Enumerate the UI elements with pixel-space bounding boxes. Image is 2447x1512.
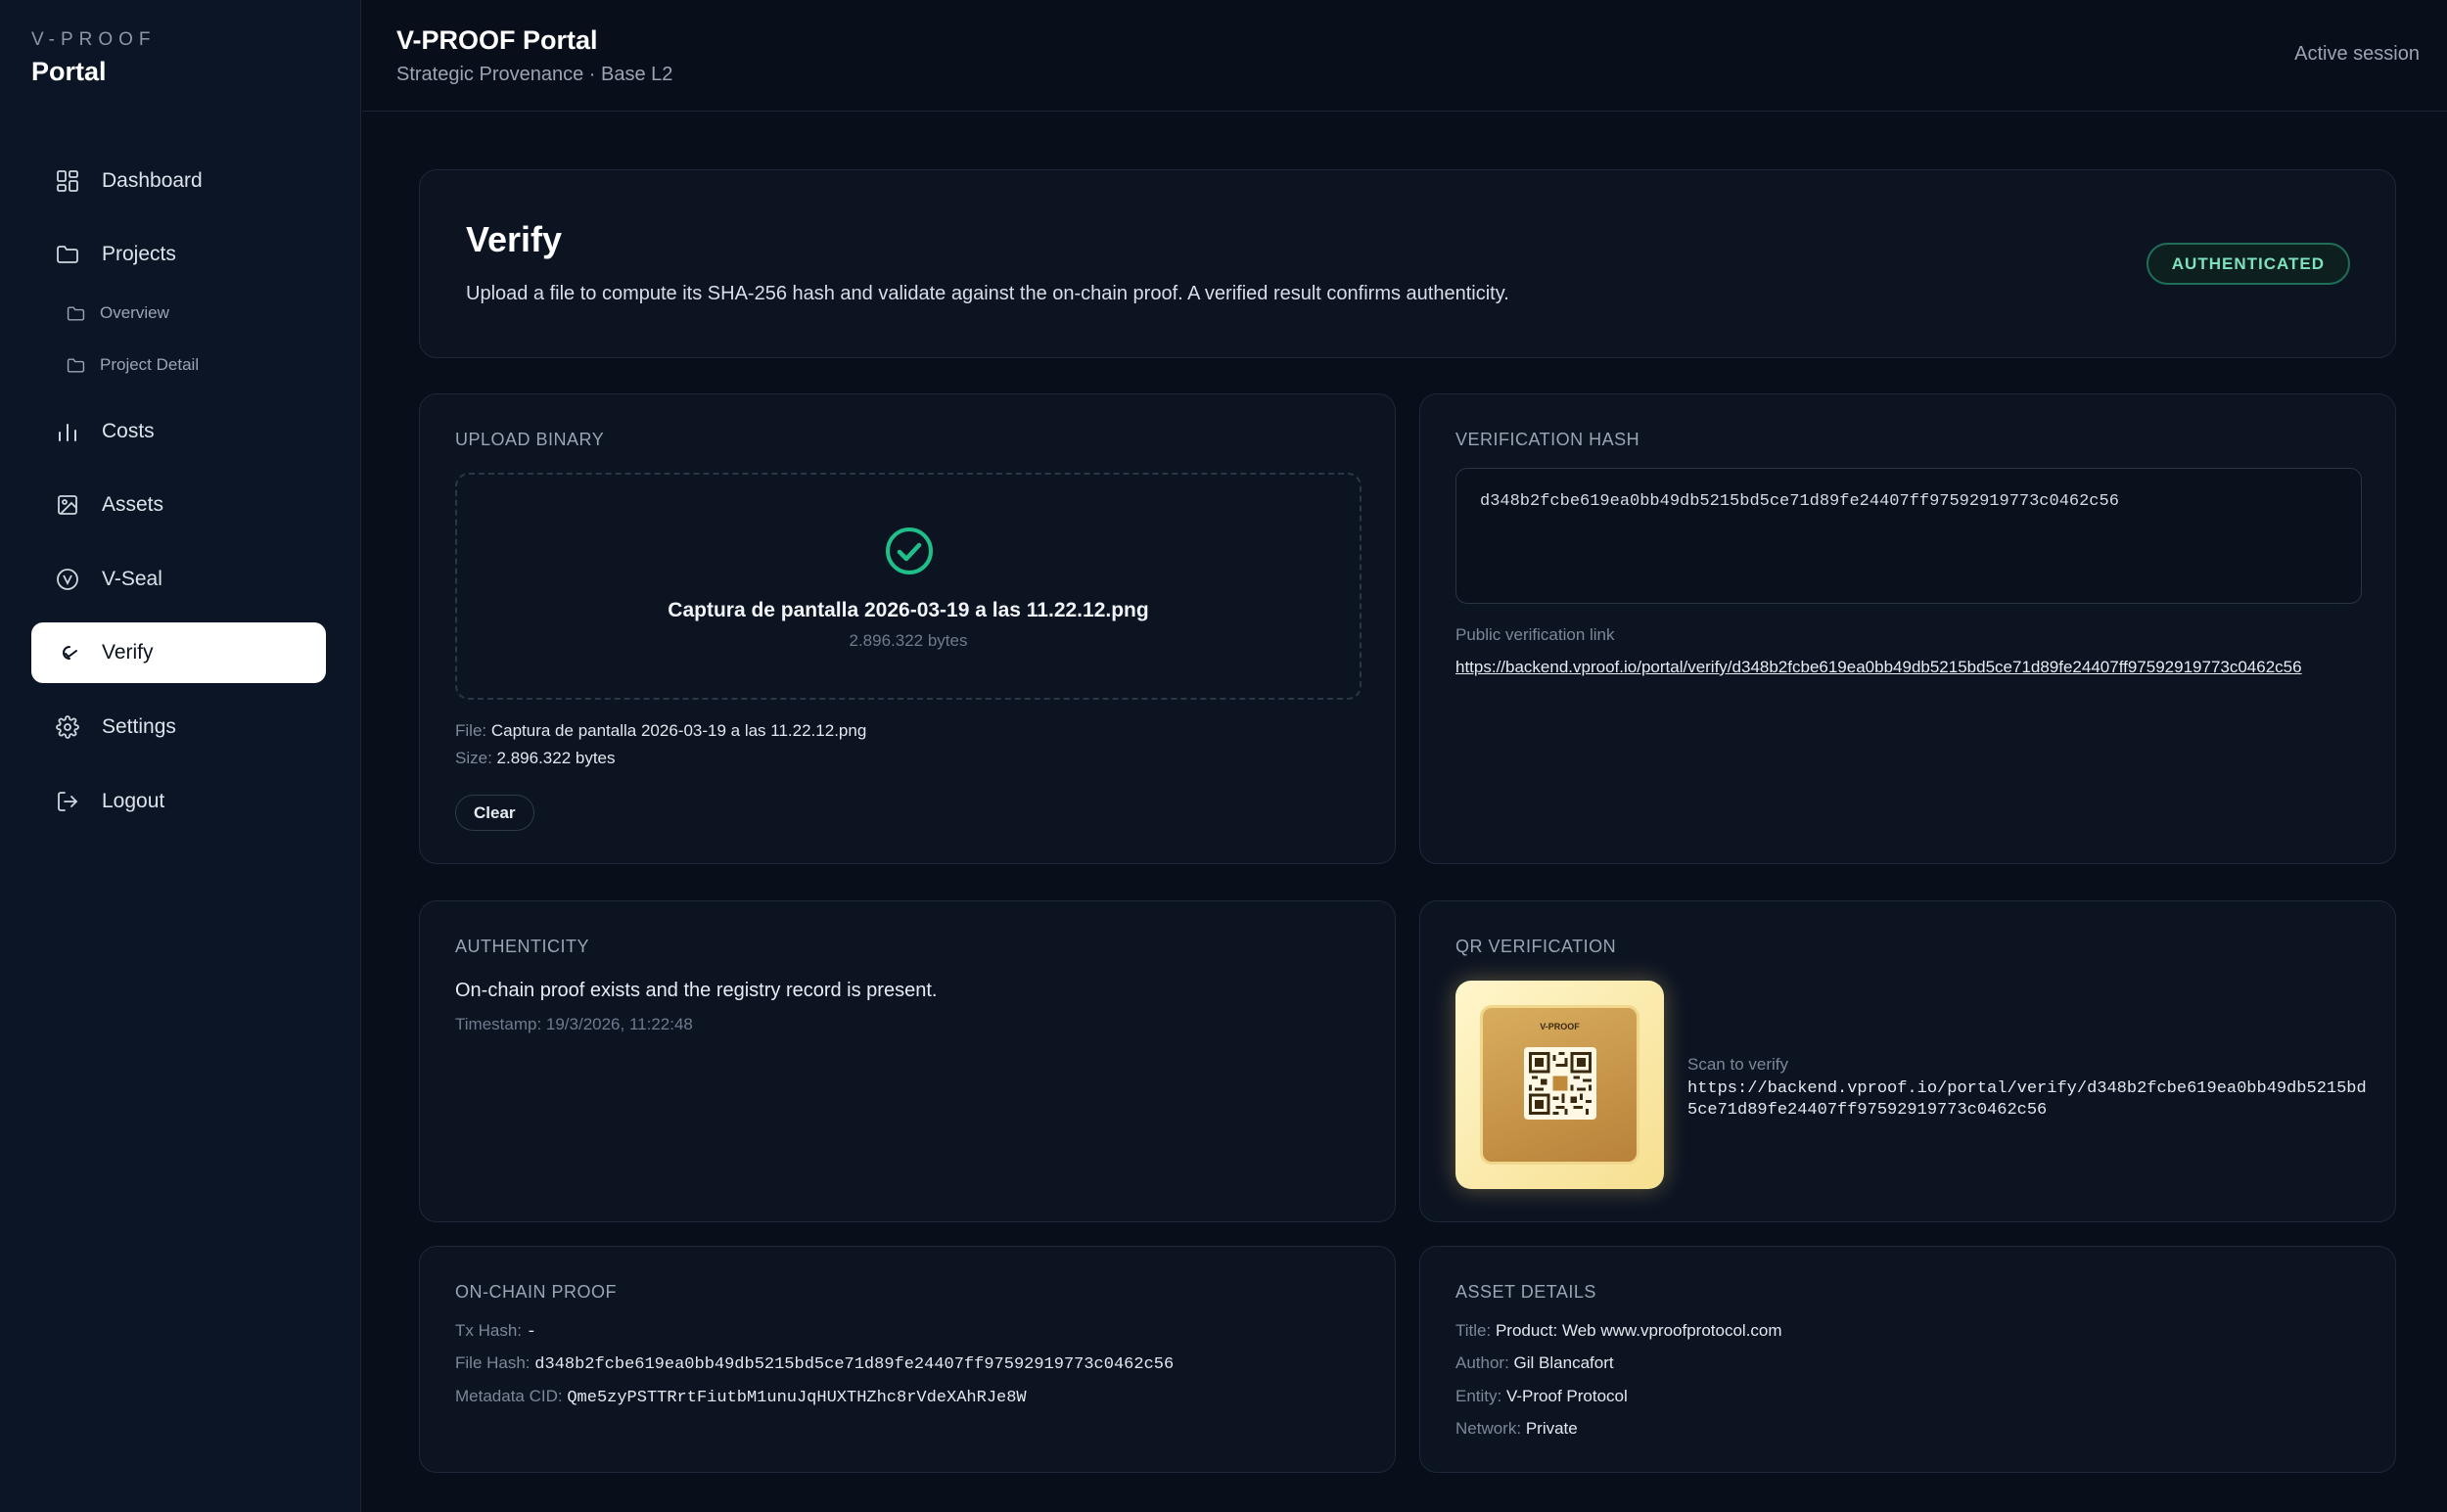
field-value: V-Proof Protocol — [1505, 1387, 1628, 1405]
sidebar: V-PROOF Portal Dashboard Projects Overvi… — [0, 0, 361, 1512]
top-header: V-PROOF Portal Strategic Provenance · Ba… — [362, 0, 2447, 112]
asset-author-row: Author: Gil Blancafort — [1455, 1353, 1614, 1373]
field-key: Title: — [1455, 1321, 1492, 1340]
tx-hash-row: Tx Hash: - — [455, 1321, 536, 1342]
verification-hash-card: VERIFICATION HASH d348b2fcbe619ea0bb49db… — [1419, 393, 2396, 864]
sidebar-item-dashboard[interactable]: Dashboard — [31, 151, 326, 211]
qr-verification-card: QR VERIFICATION V-PROOF Scan to verify h… — [1419, 900, 2396, 1222]
brand-title: Portal — [31, 57, 107, 86]
grid-icon — [55, 168, 80, 194]
asset-network-row: Network: Private — [1455, 1419, 1578, 1439]
sidebar-item-settings[interactable]: Settings — [31, 697, 326, 757]
sidebar-item-label: Projects — [102, 243, 176, 265]
meta-key: File: — [455, 721, 487, 740]
folder-icon — [67, 303, 86, 323]
qr-seal-image[interactable]: V-PROOF — [1455, 981, 1664, 1189]
meta-value: Captura de pantalla 2026-03-19 a las 11.… — [490, 721, 867, 740]
card-label: ASSET DETAILS — [1455, 1282, 1596, 1302]
sidebar-item-label: Logout — [102, 790, 165, 812]
asset-details-card: ASSET DETAILS Title: Product: Web www.vp… — [1419, 1246, 2396, 1473]
qr-url: https://backend.vproof.io/portal/verify/… — [1687, 1079, 2367, 1120]
meta-value: 2.896.322 bytes — [496, 749, 616, 767]
image-icon — [55, 492, 80, 518]
hash-output-field[interactable]: d348b2fcbe619ea0bb49db5215bd5ce71d89fe24… — [1455, 468, 2362, 604]
file-hash-row: File Hash: d348b2fcbe619ea0bb49db5215bd5… — [455, 1353, 1174, 1374]
verify-title: Verify — [466, 219, 563, 259]
field-value: Gil Blancafort — [1513, 1353, 1614, 1372]
sidebar-item-costs[interactable]: Costs — [31, 401, 326, 462]
sidebar-subitem-label: Project Detail — [100, 355, 200, 374]
field-key: Metadata CID: — [455, 1387, 563, 1405]
signature-icon — [55, 640, 80, 665]
clear-button[interactable]: Clear — [455, 795, 534, 831]
card-label: AUTHENTICITY — [455, 937, 590, 956]
brand-wordmark: V-PROOF — [31, 29, 157, 50]
public-link-label: Public verification link — [1455, 625, 1615, 644]
meta-key: Size: — [455, 749, 492, 767]
asset-title-row: Title: Product: Web www.vproofprotocol.c… — [1455, 1321, 1782, 1341]
sidebar-subitem-overview[interactable]: Overview — [67, 297, 169, 330]
asset-entity-row: Entity: V-Proof Protocol — [1455, 1387, 1628, 1406]
field-value: d348b2fcbe619ea0bb49db5215bd5ce71d89fe24… — [534, 1355, 1175, 1374]
check-circle-icon — [886, 527, 933, 574]
onchain-proof-card: ON-CHAIN PROOF Tx Hash: - File Hash: d34… — [419, 1246, 1396, 1473]
session-status: Active session — [2294, 43, 2420, 65]
authenticity-message: On-chain proof exists and the registry r… — [455, 980, 938, 1001]
gear-icon — [55, 714, 80, 740]
card-label: UPLOAD BINARY — [455, 430, 605, 449]
card-label: VERIFICATION HASH — [1455, 430, 1640, 449]
field-value: Product: Web www.vproofprotocol.com — [1495, 1321, 1782, 1340]
authenticity-card: AUTHENTICITY On-chain proof exists and t… — [419, 900, 1396, 1222]
authenticity-timestamp: Timestamp: 19/3/2026, 11:22:48 — [455, 1015, 693, 1033]
qr-seal-brand: V-PROOF — [1540, 1022, 1580, 1031]
field-key: File Hash: — [455, 1353, 531, 1372]
uploaded-file-name: Captura de pantalla 2026-03-19 a las 11.… — [668, 599, 1149, 621]
status-badge: AUTHENTICATED — [2146, 243, 2350, 285]
field-key: Entity: — [1455, 1387, 1502, 1405]
sidebar-item-label: V-Seal — [102, 568, 162, 590]
sidebar-item-vseal[interactable]: V-Seal — [31, 549, 326, 610]
sidebar-item-logout[interactable]: Logout — [31, 771, 326, 832]
sidebar-subitem-label: Overview — [100, 303, 169, 322]
public-verification-link[interactable]: https://backend.vproof.io/portal/verify/… — [1455, 658, 2302, 677]
metadata-cid-row: Metadata CID: Qme5zyPSTTRrtFiutbM1unuJqH… — [455, 1387, 1027, 1407]
page-title: V-PROOF Portal — [396, 25, 598, 55]
page-subtitle: Strategic Provenance · Base L2 — [396, 64, 673, 85]
folder-icon — [55, 242, 80, 267]
logout-icon — [55, 789, 80, 814]
card-label: QR VERIFICATION — [1455, 937, 1617, 956]
verify-intro-card: Verify Upload a file to compute its SHA-… — [419, 169, 2396, 358]
sidebar-item-label: Costs — [102, 420, 155, 442]
field-key: Tx Hash: — [455, 1321, 523, 1340]
file-dropzone[interactable]: Captura de pantalla 2026-03-19 a las 11.… — [455, 473, 1362, 700]
upload-binary-card: UPLOAD BINARY Captura de pantalla 2026-0… — [419, 393, 1396, 864]
field-key: Network: — [1455, 1419, 1522, 1438]
uploaded-file-size: 2.896.322 bytes — [849, 631, 968, 650]
field-value: Qme5zyPSTTRrtFiutbM1unuJqHUXTHZhc8rVdeXA… — [567, 1389, 1027, 1407]
sidebar-subitem-project-detail[interactable]: Project Detail — [67, 348, 199, 382]
sidebar-item-verify[interactable]: Verify — [31, 622, 326, 683]
sidebar-item-label: Assets — [102, 493, 164, 516]
app-root: V-PROOF Portal Dashboard Projects Overvi… — [0, 0, 2447, 1512]
seal-icon — [55, 567, 80, 592]
sidebar-item-assets[interactable]: Assets — [31, 475, 326, 535]
file-meta-name: File: Captura de pantalla 2026-03-19 a l… — [455, 721, 866, 741]
folder-icon — [67, 355, 86, 375]
sidebar-item-label: Dashboard — [102, 169, 203, 192]
field-key: Author: — [1455, 1353, 1509, 1372]
scan-label: Scan to verify — [1687, 1055, 1788, 1074]
sidebar-item-label: Verify — [102, 641, 154, 664]
sidebar-item-projects[interactable]: Projects — [31, 224, 326, 285]
field-value: - — [526, 1323, 536, 1342]
qr-code — [1524, 1047, 1596, 1120]
bar-chart-icon — [55, 419, 80, 444]
card-label: ON-CHAIN PROOF — [455, 1282, 618, 1302]
qr-seal-plate: V-PROOF — [1480, 1005, 1639, 1165]
sidebar-item-label: Settings — [102, 715, 176, 738]
field-value: Private — [1525, 1419, 1578, 1438]
verify-description: Upload a file to compute its SHA-256 has… — [466, 283, 1509, 304]
file-meta-size: Size: 2.896.322 bytes — [455, 749, 616, 768]
